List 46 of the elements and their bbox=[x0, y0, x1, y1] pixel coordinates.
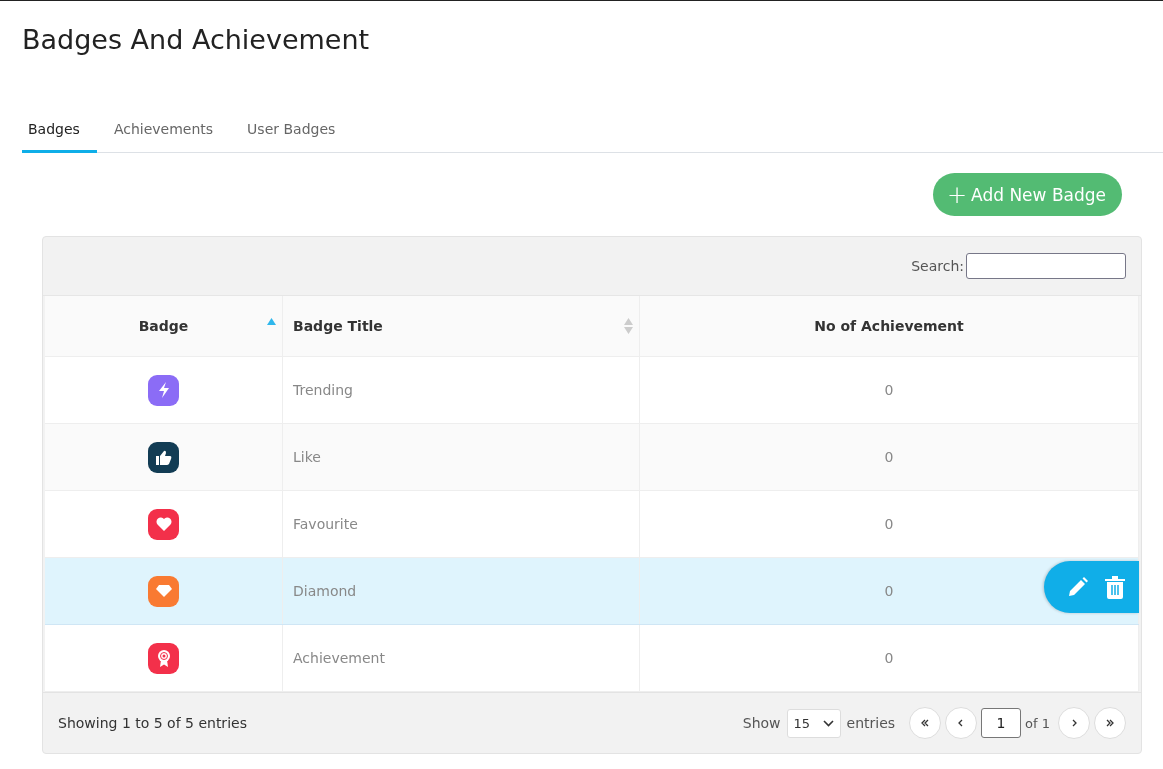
page-count: of 1 bbox=[1025, 715, 1050, 731]
search-field[interactable] bbox=[966, 253, 1126, 279]
double-left-icon bbox=[920, 718, 931, 728]
next-page-button[interactable] bbox=[1058, 707, 1090, 739]
table-cell: 0 bbox=[884, 449, 894, 465]
diamond-icon bbox=[155, 585, 172, 597]
table-cell: Favourite bbox=[293, 516, 358, 532]
page-title: Badges And Achievement bbox=[22, 23, 371, 57]
tab[interactable]: Badges bbox=[22, 107, 97, 153]
thumbs-up-icon bbox=[155, 449, 172, 465]
search-label: Search: bbox=[911, 258, 964, 274]
column-header[interactable]: No of Achievement bbox=[814, 318, 964, 334]
heart-icon bbox=[155, 517, 172, 531]
table-cell: 0 bbox=[884, 650, 894, 666]
page-size-select[interactable]: 15 bbox=[786, 708, 841, 738]
table-cell: Achievement bbox=[293, 650, 385, 666]
previous-page-button[interactable] bbox=[945, 707, 978, 739]
page-number-field[interactable]: 1 bbox=[981, 708, 1022, 738]
show-label: Show bbox=[742, 715, 781, 731]
table-row[interactable]: Favourite 0 bbox=[45, 491, 1139, 558]
table-cell: Like bbox=[293, 449, 321, 465]
table-cell: 0 bbox=[884, 516, 894, 532]
chevron-down-icon bbox=[822, 719, 834, 727]
column-header[interactable]: Badge bbox=[138, 318, 189, 334]
delete-icon[interactable] bbox=[1105, 575, 1125, 599]
entries-info: Showing 1 to 5 of 5 entries bbox=[58, 715, 248, 731]
table-row[interactable]: Achievement 0 bbox=[45, 625, 1139, 692]
tab[interactable]: Achievements bbox=[96, 107, 231, 153]
table-row[interactable]: Like 0 bbox=[45, 424, 1139, 491]
table-cell: 0 bbox=[884, 382, 894, 398]
last-page-button[interactable] bbox=[1094, 707, 1126, 739]
award-ribbon-icon bbox=[156, 649, 171, 667]
column-header[interactable]: Badge Title bbox=[293, 318, 383, 334]
sort-ascending-icon[interactable] bbox=[267, 318, 276, 325]
first-page-button[interactable] bbox=[909, 707, 942, 739]
table-cell: Trending bbox=[293, 382, 353, 398]
table-cell: Diamond bbox=[293, 583, 357, 599]
table-cell: 0 bbox=[884, 583, 894, 599]
table-row[interactable]: Diamond 0 bbox=[45, 558, 1139, 625]
table-row[interactable]: Trending 0 bbox=[45, 357, 1139, 424]
lightning-icon bbox=[157, 382, 170, 398]
tab[interactable]: User Badges bbox=[230, 107, 353, 153]
entries-label: entries bbox=[846, 715, 896, 731]
double-right-icon bbox=[1105, 718, 1115, 728]
sort-icon[interactable] bbox=[624, 318, 633, 334]
edit-icon[interactable] bbox=[1067, 576, 1089, 598]
